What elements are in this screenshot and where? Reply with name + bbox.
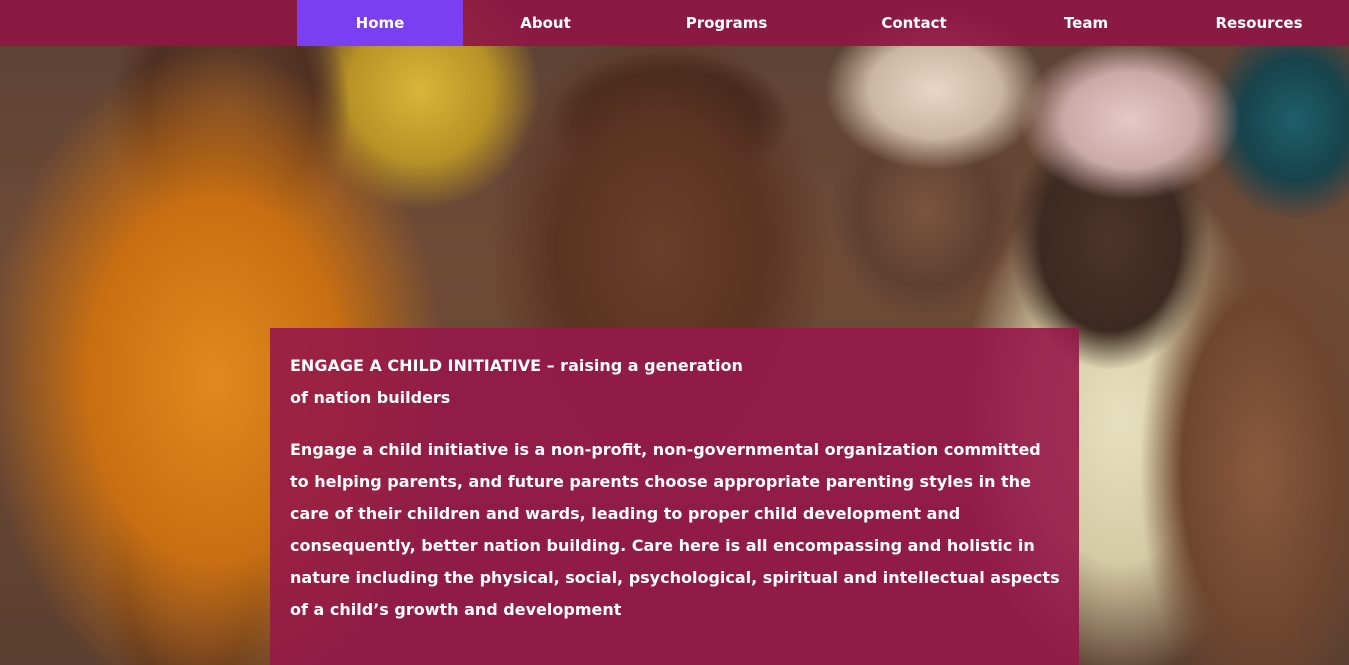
nav-item-programs[interactable]: Programs	[628, 0, 825, 46]
nav-item-contact[interactable]: Contact	[825, 0, 1003, 46]
nav-item-about[interactable]: About	[463, 0, 628, 46]
nav-item-resources[interactable]: Resources	[1169, 0, 1349, 46]
hero-title: ENGAGE A CHILD INITIATIVE – raising a ge…	[290, 356, 743, 407]
page: Home About Programs Contact Team Resourc…	[0, 0, 1349, 665]
nav-item-home[interactable]: Home	[297, 0, 463, 46]
top-navigation: Home About Programs Contact Team Resourc…	[0, 0, 1349, 46]
hero-description: Engage a child initiative is a non-profi…	[290, 440, 1060, 619]
nav-item-team[interactable]: Team	[1003, 0, 1169, 46]
hero-content-card: ENGAGE A CHILD INITIATIVE – raising a ge…	[270, 328, 1079, 665]
